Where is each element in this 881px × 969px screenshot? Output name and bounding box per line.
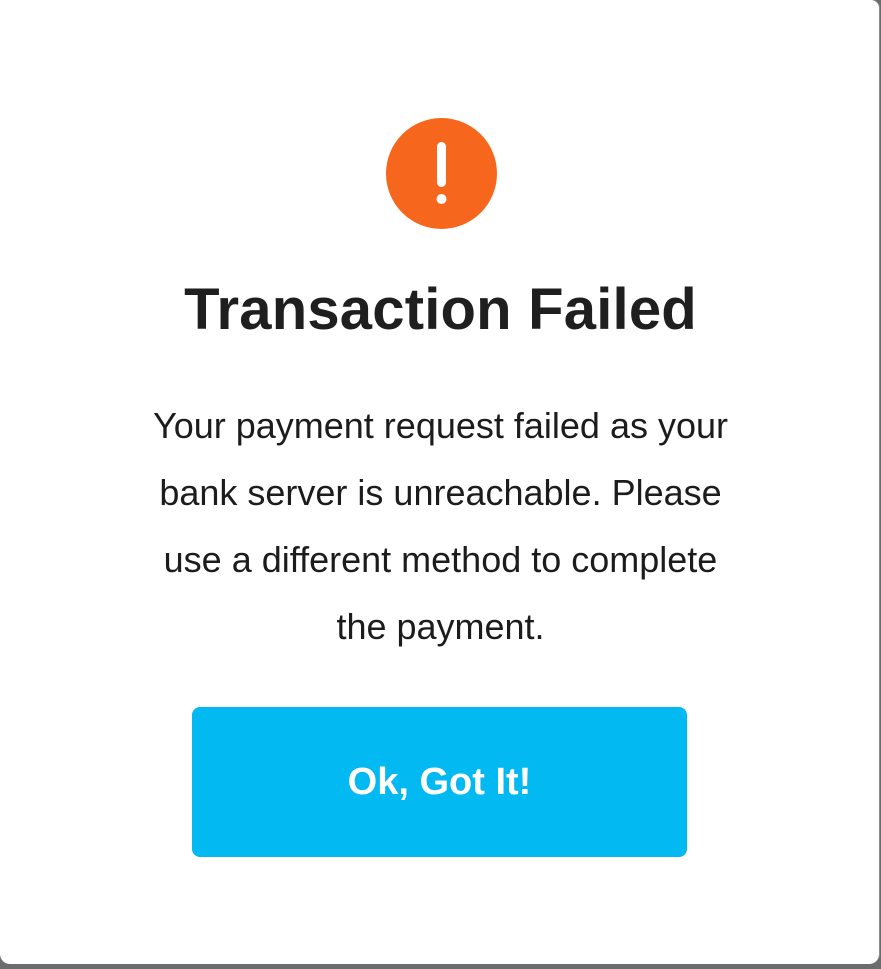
transaction-failed-dialog: Transaction Failed Your payment request … [0, 0, 879, 964]
ok-got-it-button[interactable]: Ok, Got It! [192, 707, 687, 857]
exclamation-icon [386, 118, 497, 229]
dialog-message: Your payment request failed as your bank… [152, 405, 728, 647]
screen-backdrop: Transaction Failed Your payment request … [0, 0, 881, 969]
dialog-title: Transaction Failed [184, 277, 697, 342]
